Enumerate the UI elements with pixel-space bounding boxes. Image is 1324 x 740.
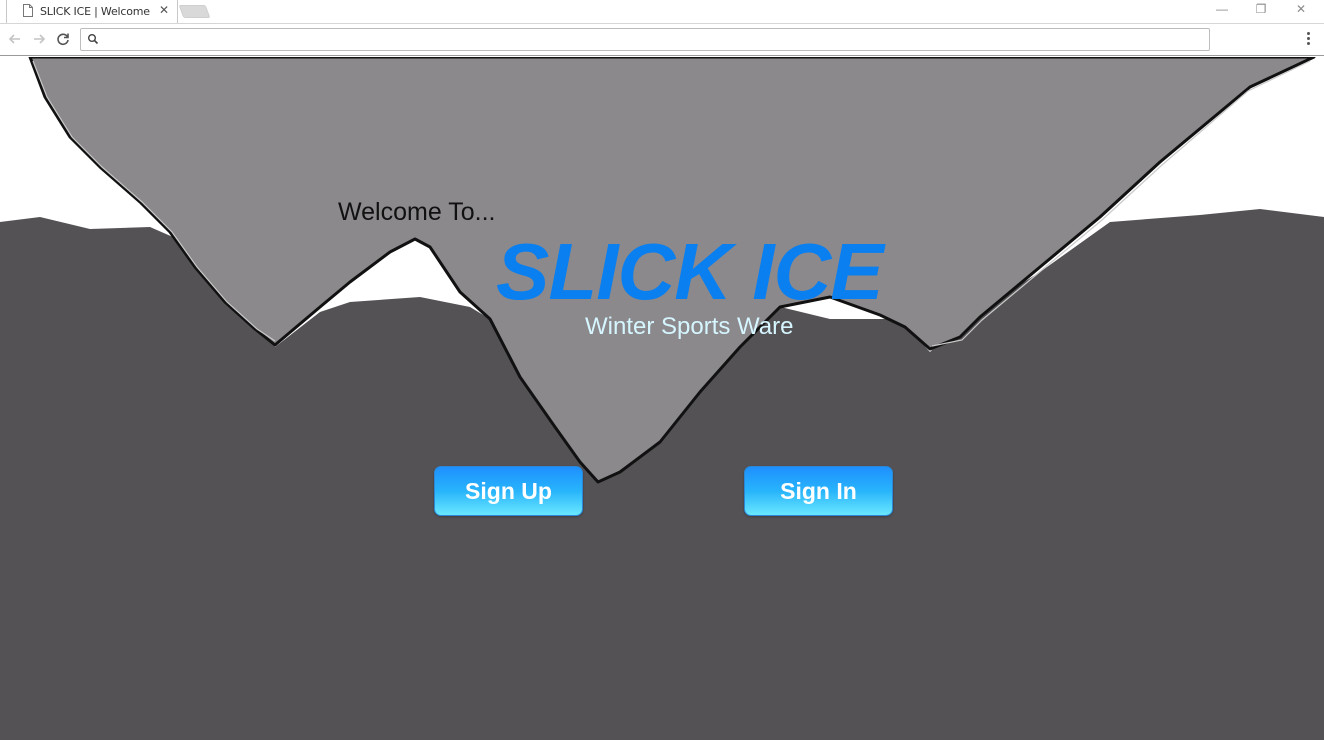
tab-close-icon[interactable]: ✕ xyxy=(159,3,169,17)
search-icon xyxy=(88,34,99,45)
browser-toolbar xyxy=(0,23,1324,56)
welcome-heading: Welcome To... xyxy=(338,198,496,226)
browser-tabstrip: SLICK ICE | Welcome ✕ — ❐ ✕ xyxy=(0,0,1324,23)
kebab-menu-icon[interactable] xyxy=(1300,30,1316,48)
address-input[interactable] xyxy=(103,31,1203,48)
sign-up-button[interactable]: Sign Up xyxy=(434,466,583,516)
mountain-background xyxy=(0,57,1324,740)
forward-arrow-icon[interactable] xyxy=(30,30,48,48)
page-viewport: Welcome To... SLICK ICE Winter Sports Wa… xyxy=(0,57,1324,740)
reload-icon[interactable] xyxy=(54,30,72,48)
window-close-icon[interactable]: ✕ xyxy=(1291,2,1311,16)
sign-in-button[interactable]: Sign In xyxy=(744,466,893,516)
address-bar[interactable] xyxy=(80,28,1210,51)
restore-icon[interactable]: ❐ xyxy=(1251,2,1271,16)
browser-tab[interactable]: SLICK ICE | Welcome ✕ xyxy=(6,0,178,23)
brand-title: SLICK ICE xyxy=(496,227,884,316)
back-arrow-icon[interactable] xyxy=(6,30,24,48)
minimize-icon[interactable]: — xyxy=(1212,2,1232,16)
tab-title: SLICK ICE | Welcome xyxy=(40,5,150,18)
brand-tagline: Winter Sports Ware xyxy=(585,313,794,340)
new-tab-button[interactable] xyxy=(178,5,211,18)
page-icon xyxy=(23,4,33,17)
